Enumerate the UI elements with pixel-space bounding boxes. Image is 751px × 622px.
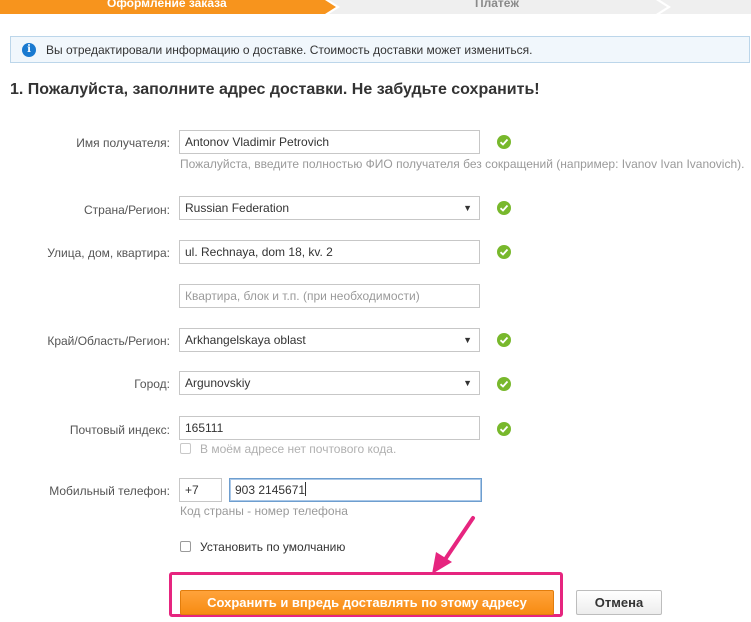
- info-icon: i: [22, 43, 36, 57]
- no-postal-code-label: В моём адресе нет почтового кода.: [200, 442, 397, 456]
- country-value: Russian Federation: [185, 201, 290, 215]
- region-value: Arkhangelskaya oblast: [185, 333, 306, 347]
- save-address-button[interactable]: Сохранить и впредь доставлять по этому а…: [180, 590, 554, 615]
- phone-label: Мобильный телефон:: [49, 484, 170, 498]
- recipient-hint: Пожалуйста, введите полностью ФИО получа…: [180, 157, 745, 171]
- step-payment: Платёж: [475, 0, 519, 10]
- no-postal-code-checkbox[interactable]: [180, 443, 191, 454]
- phone-number-input[interactable]: 903 2145671: [229, 478, 482, 502]
- city-valid-check-icon: [497, 377, 511, 391]
- region-label: Край/Область/Регион:: [47, 334, 170, 348]
- checkout-steps: Оформление заказа Платёж: [0, 0, 751, 14]
- recipient-valid-check-icon: [497, 135, 511, 149]
- recipient-input[interactable]: Antonov Vladimir Petrovich: [179, 130, 480, 154]
- city-value: Argunovskiy: [185, 376, 251, 390]
- phone-country-code-input[interactable]: +7: [179, 478, 222, 502]
- text-cursor: [305, 482, 307, 496]
- set-default-label: Установить по умолчанию: [200, 540, 346, 554]
- country-select[interactable]: Russian Federation ▼: [179, 196, 480, 220]
- postal-valid-check-icon: [497, 422, 511, 436]
- city-select[interactable]: Argunovskiy ▼: [179, 371, 480, 395]
- step-order: Оформление заказа: [107, 0, 227, 10]
- city-label: Город:: [134, 377, 170, 391]
- apartment-input[interactable]: Квартира, блок и т.п. (при необходимости…: [179, 284, 480, 308]
- street-label: Улица, дом, квартира:: [47, 246, 170, 260]
- region-valid-check-icon: [497, 333, 511, 347]
- cancel-button[interactable]: Отмена: [576, 590, 662, 615]
- chevron-down-icon: ▼: [463, 203, 472, 213]
- chevron-down-icon: ▼: [463, 335, 472, 345]
- postal-input[interactable]: 165111: [179, 416, 480, 440]
- phone-number-value: 903 2145671: [235, 483, 306, 497]
- info-message: Вы отредактировали информацию о доставке…: [46, 43, 533, 57]
- street-valid-check-icon: [497, 245, 511, 259]
- country-label: Страна/Регион:: [83, 203, 170, 217]
- country-valid-check-icon: [497, 201, 511, 215]
- page-title: 1. Пожалуйста, заполните адрес доставки.…: [10, 81, 540, 98]
- recipient-label: Имя получателя:: [76, 136, 170, 150]
- phone-hint: Код страны - номер телефона: [180, 504, 348, 518]
- annotation-arrow-icon: [432, 516, 475, 574]
- street-input[interactable]: ul. Rechnaya, dom 18, kv. 2: [179, 240, 480, 264]
- info-bar: i Вы отредактировали информацию о достав…: [10, 36, 750, 63]
- chevron-down-icon: ▼: [463, 378, 472, 388]
- set-default-checkbox[interactable]: [180, 541, 191, 552]
- region-select[interactable]: Arkhangelskaya oblast ▼: [179, 328, 480, 352]
- postal-label: Почтовый индекс:: [69, 423, 170, 437]
